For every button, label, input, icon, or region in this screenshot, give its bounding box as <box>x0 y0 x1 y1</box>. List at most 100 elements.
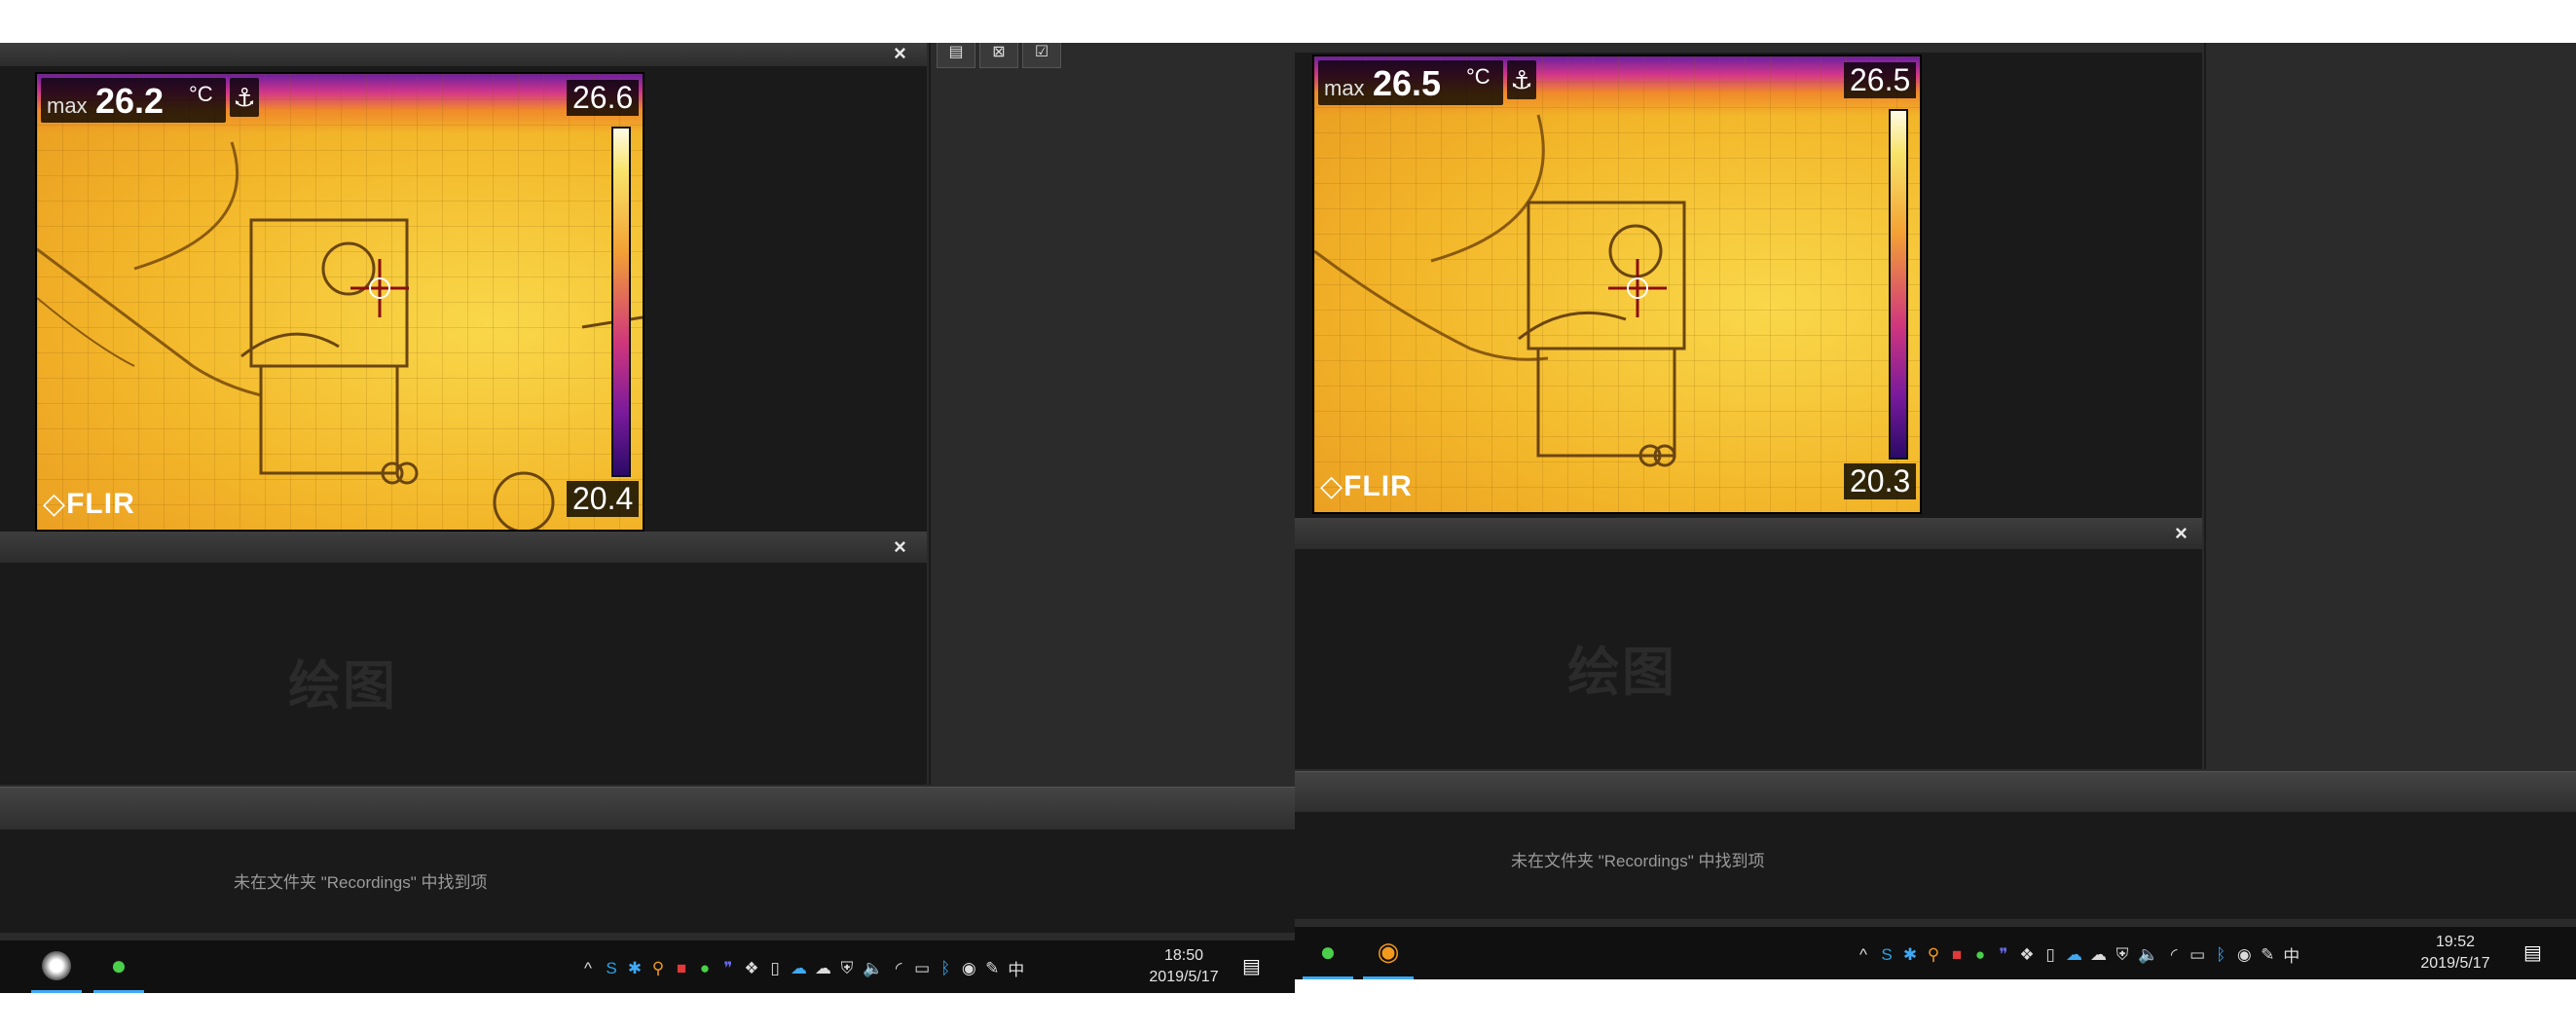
volume-icon[interactable]: 🔈 <box>2138 945 2158 965</box>
quote-icon[interactable]: ❞ <box>1996 945 2011 965</box>
dropbox-icon[interactable]: ❖ <box>2019 945 2035 965</box>
taskbar-app-wechat[interactable]: ● <box>1303 927 1353 979</box>
clock[interactable]: 18:50 2019/5/17 <box>1145 945 1223 988</box>
pen-icon[interactable]: ✎ <box>2260 945 2275 965</box>
bluetooth-icon[interactable]: ᛒ <box>938 959 953 978</box>
ime-indicator[interactable]: 中 <box>2283 942 2300 967</box>
search-icon[interactable]: ⚲ <box>1926 945 1941 965</box>
temperature-unit: °C <box>189 82 213 106</box>
pen-icon[interactable]: ✎ <box>984 959 1000 978</box>
cloud-icon[interactable]: ☁ <box>2090 945 2107 965</box>
circuit-board-sketch <box>37 141 643 530</box>
security-icon[interactable]: ⛨ <box>2115 945 2130 965</box>
battery-icon[interactable]: ▭ <box>914 959 930 978</box>
app-red-icon[interactable]: ■ <box>674 959 689 978</box>
recordings-empty-message: 未在文件夹 "Recordings" 中找到项 <box>1511 852 1765 870</box>
scale-high-value: 26.6 <box>567 80 640 116</box>
chevron-up-icon[interactable]: ^ <box>1856 945 1871 965</box>
plot-pane-close-button[interactable]: × <box>2175 523 2188 544</box>
temperature-unit: °C <box>1466 64 1490 89</box>
bluetooth-icon[interactable]: ᛒ <box>2213 945 2228 965</box>
crosshair-icon <box>1608 259 1667 317</box>
volume-icon[interactable]: 🔈 <box>863 959 883 978</box>
plot-placeholder: 绘图 <box>288 657 397 716</box>
side-panel <box>2204 43 2576 769</box>
left-screenshot: × max 26.2 °C ⚓ 26.6 20.4 ◇FLIR × 绘图 ▤ ⊠… <box>0 43 1295 993</box>
chevron-up-icon[interactable]: ^ <box>580 959 596 978</box>
app-red-icon[interactable]: ■ <box>1949 945 1965 965</box>
scale-high-value: 26.5 <box>1844 62 1917 98</box>
usb-icon[interactable]: ▯ <box>767 959 783 978</box>
dropbox-icon[interactable]: ❖ <box>744 959 759 978</box>
max-label: max <box>47 93 88 118</box>
system-tray: ^ S ✱ ⚲ ■ ● ❞ ❖ ▯ ☁ ☁ ⛨ 🔈 ◜ ▭ ᛒ ◉ ✎ 中 <box>1856 942 2300 967</box>
clock-time: 19:52 <box>2435 934 2476 950</box>
quote-icon[interactable]: ❞ <box>720 959 736 978</box>
flir-brand-text: FLIR <box>66 488 135 520</box>
max-temperature-value: 26.5 <box>1373 63 1442 103</box>
app-icon[interactable]: ✱ <box>1902 945 1918 965</box>
search-icon[interactable]: ⚲ <box>650 959 666 978</box>
side-tool-button-1[interactable]: ▤ <box>937 43 975 68</box>
max-label: max <box>1324 76 1365 100</box>
flir-logo: ◇FLIR <box>43 488 135 520</box>
scale-low-value: 20.4 <box>567 481 640 517</box>
max-temperature-value: 26.2 <box>95 81 165 121</box>
plot-pane-close-button[interactable]: × <box>894 536 906 558</box>
side-tool-button-3[interactable]: ☑ <box>1022 43 1061 68</box>
plot-pane: 绘图 <box>0 563 927 785</box>
side-tool-button-2[interactable]: ⊠ <box>979 43 1018 68</box>
taskbar-app-avatar[interactable] <box>31 940 82 993</box>
battery-icon[interactable]: ▭ <box>2190 945 2205 965</box>
plot-placeholder: 绘图 <box>1567 644 1676 702</box>
max-temperature-readout: max 26.2 °C <box>41 78 226 123</box>
cloud-icon[interactable]: ☁ <box>815 959 831 978</box>
camera-pane: max 26.5 °C ⚓ 26.5 20.3 ◇FLIR <box>1295 53 2202 518</box>
clock-date: 2019/5/17 <box>1149 969 1219 985</box>
onedrive-icon[interactable]: ☁ <box>791 959 807 978</box>
app-icon[interactable]: ✱ <box>627 959 643 978</box>
wechat-icon[interactable]: ● <box>1972 945 1988 965</box>
notification-center-icon[interactable]: ▤16 <box>1242 954 1295 978</box>
wechat-icon: ● <box>1319 936 1337 967</box>
camera-pane: max 26.2 °C ⚓ 26.6 20.4 ◇FLIR <box>0 66 927 572</box>
plot-pane: 绘图 <box>1295 549 2202 769</box>
security-icon[interactable]: ⛨ <box>839 959 855 978</box>
right-screenshot: max 26.5 °C ⚓ 26.5 20.3 ◇FLIR × 绘图 未在文件夹… <box>1295 43 2576 979</box>
storage-icon[interactable]: ◉ <box>961 959 976 978</box>
camera-pane-close-button[interactable]: × <box>894 43 906 64</box>
clock[interactable]: 19:52 2019/5/17 <box>2416 932 2494 975</box>
recordings-empty-message: 未在文件夹 "Recordings" 中找到项 <box>234 873 488 892</box>
wechat-icon[interactable]: ● <box>697 959 713 978</box>
recordings-pane: 未在文件夹 "Recordings" 中找到项 <box>0 829 1295 933</box>
recordings-header-bar <box>0 787 1295 831</box>
scale-low-value: 20.3 <box>1844 463 1917 499</box>
thermal-image: max 26.2 °C ⚓ 26.6 20.4 ◇FLIR <box>35 72 644 532</box>
recordings-header-bar <box>1295 771 2576 814</box>
clock-time: 18:50 <box>1163 947 1204 964</box>
temperature-scale-bar <box>611 127 631 477</box>
skype-icon[interactable]: S <box>1879 945 1895 965</box>
usb-icon[interactable]: ▯ <box>2042 945 2058 965</box>
skype-icon[interactable]: S <box>604 959 619 978</box>
wifi-icon[interactable]: ◜ <box>2166 945 2182 965</box>
flir-brand-text: FLIR <box>1343 470 1413 502</box>
taskbar: ● ◉ ^ S ✱ ⚲ ■ ● ❞ ❖ ▯ ☁ ☁ ⛨ 🔈 ◜ ▭ ᛒ ◉ ✎ … <box>1295 927 2576 979</box>
wechat-icon: ● <box>110 949 128 980</box>
camera-pane-titlebar: × <box>0 43 927 67</box>
temperature-scale-bar <box>1889 109 1908 460</box>
thermal-image: max 26.5 °C ⚓ 26.5 20.3 ◇FLIR <box>1312 55 1922 514</box>
wifi-icon[interactable]: ◜ <box>891 959 906 978</box>
plot-pane-titlebar: × <box>1295 518 2202 550</box>
flir-logo: ◇FLIR <box>1320 470 1413 502</box>
camera-app-icon: ◉ <box>1377 937 1400 966</box>
taskbar: ● ^ S ✱ ⚲ ■ ● ❞ ❖ ▯ ☁ ☁ ⛨ 🔈 ◜ ▭ ᛒ ◉ ✎ 中 … <box>0 940 1295 993</box>
onedrive-icon[interactable]: ☁ <box>2066 945 2082 965</box>
max-temperature-readout: max 26.5 °C <box>1318 60 1503 105</box>
lock-icon: ⚓ <box>1507 60 1536 99</box>
notification-center-icon[interactable]: ▤16 <box>2523 940 2576 965</box>
taskbar-app-camera[interactable]: ◉ <box>1363 927 1414 979</box>
ime-indicator[interactable]: 中 <box>1008 956 1024 980</box>
storage-icon[interactable]: ◉ <box>2236 945 2252 965</box>
taskbar-app-wechat[interactable]: ● <box>93 940 144 993</box>
